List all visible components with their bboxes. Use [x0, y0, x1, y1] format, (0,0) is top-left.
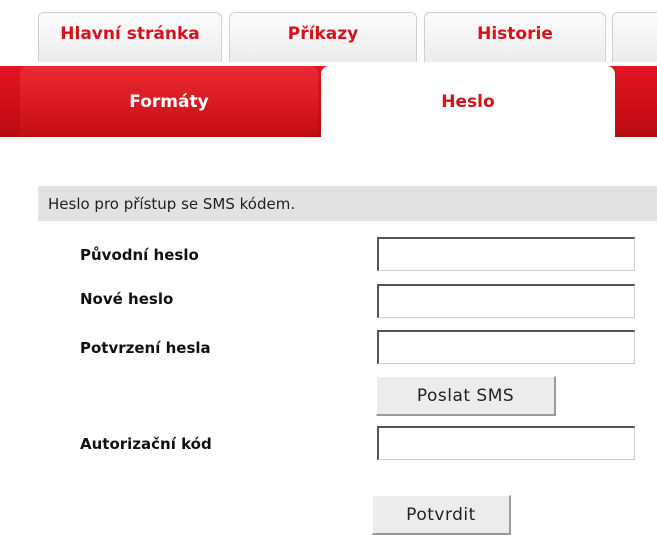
- tab-label: Formáty: [129, 91, 209, 112]
- tab-label: Příkazy: [287, 23, 359, 44]
- new-password-label: Nové heslo: [80, 290, 174, 308]
- tab-prikazy[interactable]: Příkazy: [229, 12, 417, 62]
- auth-code-input[interactable]: [377, 426, 635, 460]
- tab-hlavni-stranka[interactable]: Hlavní stránka: [38, 12, 222, 62]
- old-password-label: Původní heslo: [80, 246, 199, 264]
- tab-formaty[interactable]: Formáty: [20, 66, 318, 137]
- tab-overflow[interactable]: [612, 12, 657, 62]
- tab-historie[interactable]: Historie: [424, 12, 606, 62]
- section-title-text: Heslo pro přístup se SMS kódem.: [48, 194, 296, 213]
- send-sms-button[interactable]: Poslat SMS: [376, 376, 556, 416]
- confirm-password-input[interactable]: [377, 330, 635, 364]
- confirm-button[interactable]: Potvrdit: [372, 495, 511, 535]
- tab-label: Heslo: [441, 91, 495, 112]
- tab-heslo[interactable]: Heslo: [321, 66, 615, 137]
- section-title: Heslo pro přístup se SMS kódem.: [38, 186, 657, 221]
- top-nav-tabs: Hlavní stránka Příkazy Historie: [0, 0, 657, 66]
- auth-code-label: Autorizační kód: [80, 435, 212, 453]
- old-password-input[interactable]: [377, 237, 635, 271]
- new-password-input[interactable]: [377, 284, 635, 318]
- tab-label: Historie: [477, 23, 553, 44]
- confirm-password-label: Potvrzení hesla: [80, 339, 211, 357]
- tab-label: Hlavní stránka: [60, 23, 200, 44]
